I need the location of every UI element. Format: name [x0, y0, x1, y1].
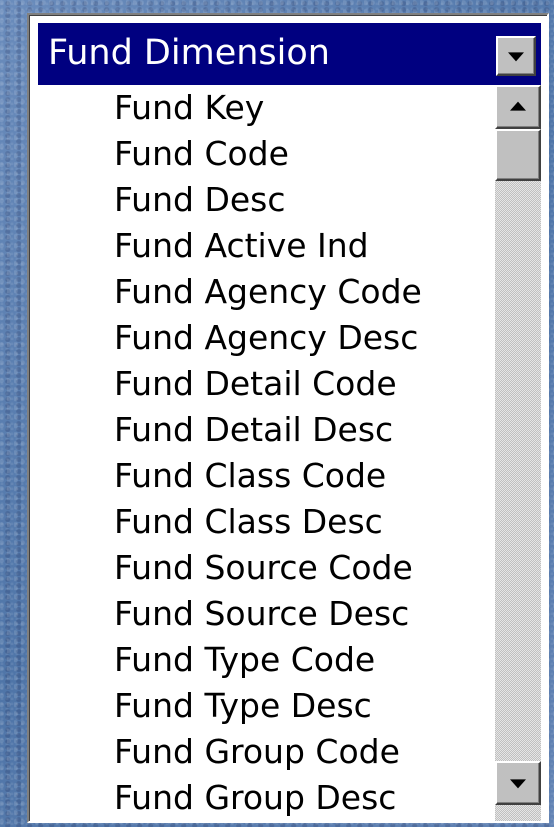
- list-item[interactable]: Fund Active Ind: [114, 223, 369, 269]
- scroll-down-button[interactable]: [495, 761, 541, 805]
- list-item[interactable]: Fund Source Code: [114, 545, 413, 591]
- list-item[interactable]: Fund Type Code: [114, 637, 375, 683]
- arrow-down-icon: [510, 779, 526, 789]
- list-item[interactable]: Fund Group Code: [114, 729, 400, 775]
- dimension-title: Fund Dimension: [48, 33, 330, 73]
- scroll-thumb[interactable]: [495, 129, 541, 181]
- dropdown-button[interactable]: [496, 36, 536, 76]
- list-item[interactable]: Fund Detail Desc: [114, 407, 393, 453]
- list-item[interactable]: Fund Detail Code: [114, 361, 397, 407]
- list-item[interactable]: Fund Key: [114, 85, 264, 131]
- list-item[interactable]: Fund Agency Code: [114, 269, 422, 315]
- list-item[interactable]: Fund Group Desc: [114, 775, 396, 821]
- list-item[interactable]: Fund Agency Desc: [114, 315, 418, 361]
- arrow-up-icon: [510, 101, 526, 111]
- chevron-down-icon: [508, 52, 524, 62]
- attribute-list[interactable]: Fund Key Fund Code Fund Desc Fund Active…: [38, 85, 495, 821]
- list-item[interactable]: Fund Type Desc: [114, 683, 372, 729]
- list-item[interactable]: Fund Source Desc: [114, 591, 409, 637]
- list-item[interactable]: Fund Code: [114, 131, 289, 177]
- vertical-scrollbar[interactable]: [495, 85, 541, 821]
- dimension-header[interactable]: Fund Dimension: [38, 23, 541, 85]
- scroll-up-button[interactable]: [495, 85, 541, 129]
- list-item[interactable]: Fund Class Code: [114, 453, 386, 499]
- fund-dimension-panel: Fund Dimension Fund Key Fund Code Fund D…: [27, 13, 549, 823]
- list-item[interactable]: Fund Desc: [114, 177, 286, 223]
- list-item[interactable]: Fund Class Desc: [114, 499, 383, 545]
